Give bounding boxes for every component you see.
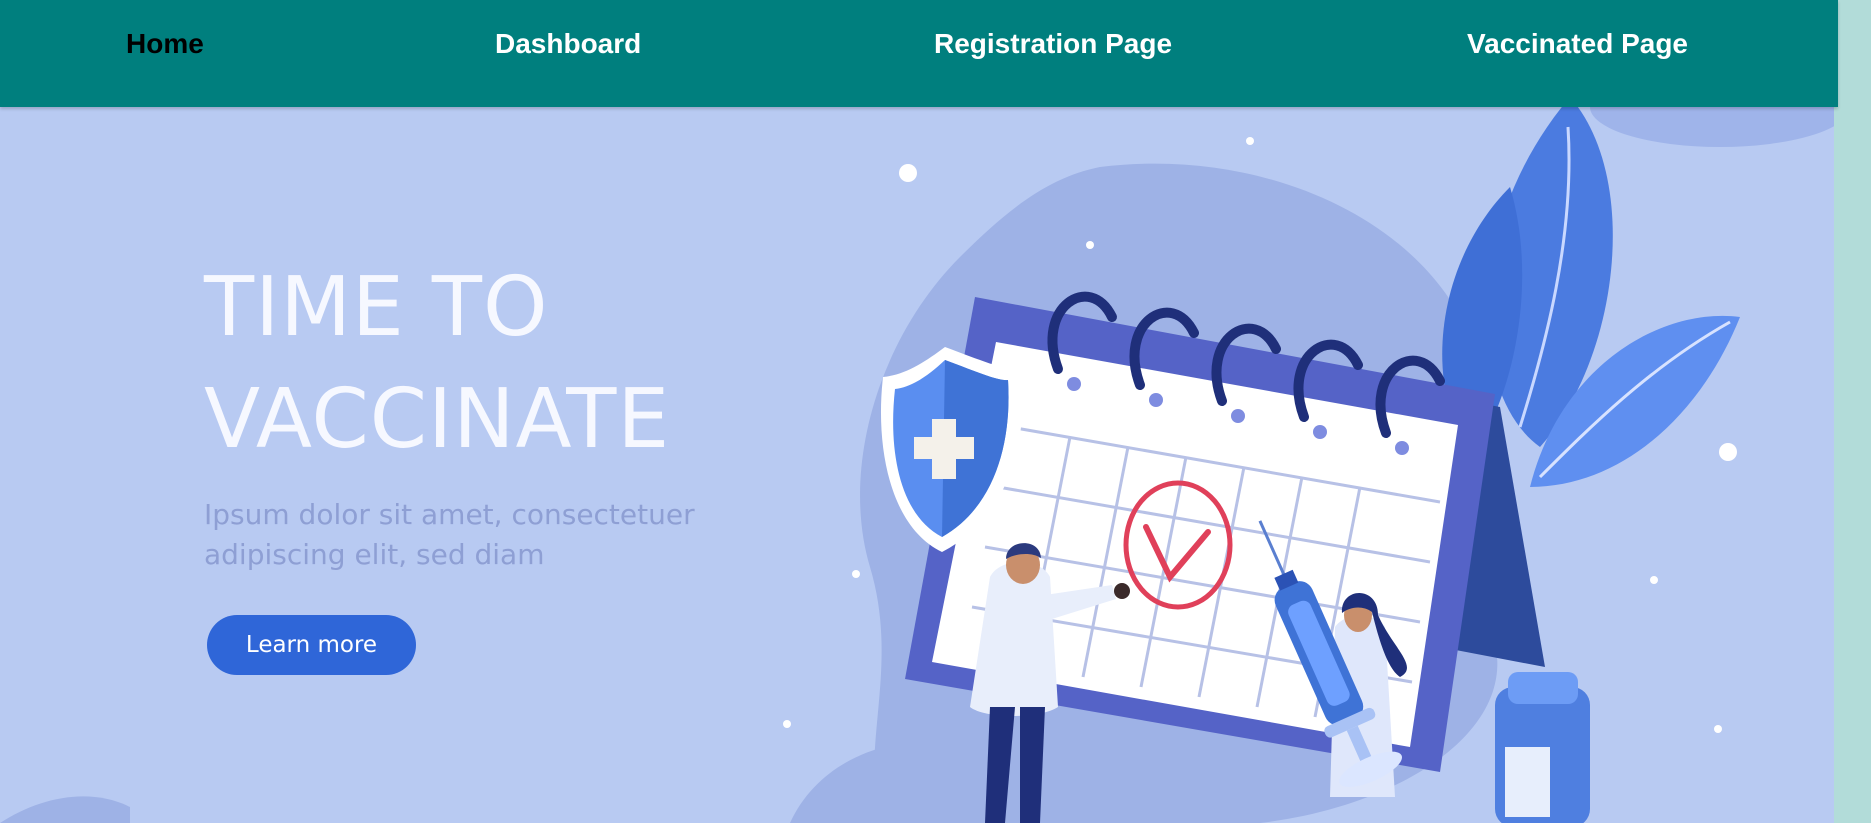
page-scrollbar[interactable]	[1838, 0, 1871, 823]
hero-title-line-1: TIME TO	[204, 260, 549, 355]
hero-title-line-2: VACCINATE	[204, 372, 671, 467]
nav-registration-link[interactable]: Registration Page	[934, 28, 1172, 60]
nav-vaccinated-link[interactable]: Vaccinated Page	[1467, 28, 1688, 60]
hero-subtitle-line-1: Ipsum dolor sit amet, consectetuer	[204, 498, 695, 531]
nav-home-link[interactable]: Home	[126, 28, 204, 60]
hero-subtitle-line-2: adipiscing elit, sed diam	[204, 538, 545, 571]
hero-banner: TIME TO VACCINATE Ipsum dolor sit amet, …	[0, 107, 1834, 823]
nav-dashboard-link[interactable]: Dashboard	[495, 28, 641, 60]
top-navbar: Home Dashboard Registration Page Vaccina…	[0, 0, 1838, 107]
hero-title: TIME TO VACCINATE	[204, 252, 670, 476]
hero-subtitle: Ipsum dolor sit amet, consectetuer adipi…	[204, 495, 724, 575]
learn-more-button[interactable]: Learn more	[207, 615, 416, 675]
